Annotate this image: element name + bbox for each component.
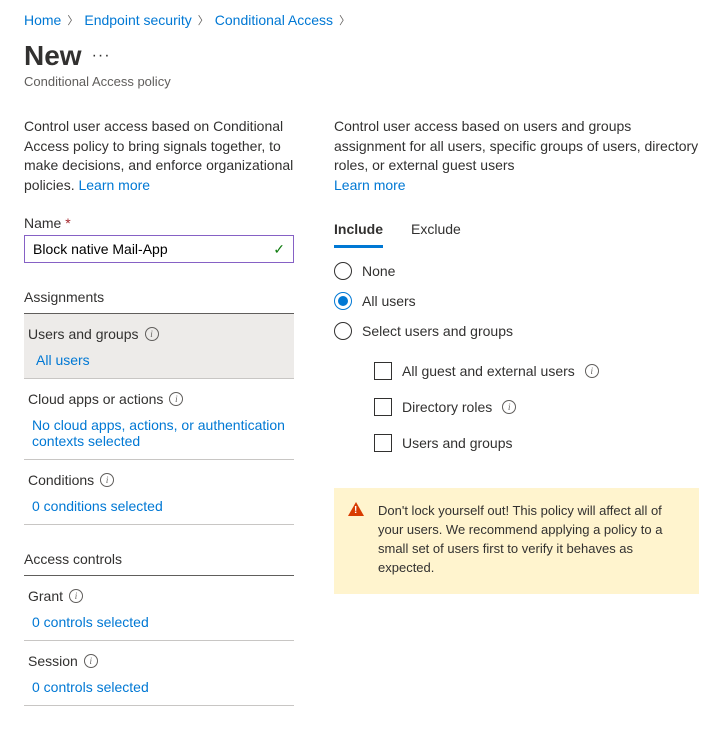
check-directory-roles[interactable]: Directory roles i bbox=[374, 398, 699, 416]
breadcrumb-home[interactable]: Home bbox=[24, 12, 61, 28]
assignment-users-and-groups[interactable]: Users and groups i All users bbox=[24, 314, 294, 379]
name-input-wrapper[interactable]: ✓ bbox=[24, 235, 294, 263]
assignment-conditions[interactable]: Conditions i 0 conditions selected bbox=[24, 460, 294, 525]
assignment-item-title: Conditions bbox=[28, 472, 94, 488]
warning-banner: Don't lock yourself out! This policy wil… bbox=[334, 488, 699, 593]
warning-icon bbox=[348, 502, 364, 516]
radio-icon bbox=[334, 322, 352, 340]
control-session[interactable]: Session i 0 controls selected bbox=[24, 641, 294, 706]
chevron-right-icon: 〉 bbox=[339, 12, 350, 28]
chevron-right-icon: 〉 bbox=[67, 12, 78, 28]
info-icon[interactable]: i bbox=[145, 327, 159, 341]
name-input[interactable] bbox=[33, 241, 265, 257]
more-actions-button[interactable]: ··· bbox=[92, 47, 111, 65]
access-controls-header: Access controls bbox=[24, 551, 294, 576]
control-grant[interactable]: Grant i 0 controls selected bbox=[24, 576, 294, 641]
radio-icon bbox=[334, 262, 352, 280]
include-exclude-tabs: Include Exclude bbox=[334, 215, 699, 248]
assignment-item-value[interactable]: No cloud apps, actions, or authenticatio… bbox=[28, 411, 290, 457]
radio-select-users[interactable]: Select users and groups bbox=[334, 322, 699, 340]
info-icon[interactable]: i bbox=[100, 473, 114, 487]
learn-more-right[interactable]: Learn more bbox=[334, 177, 406, 193]
control-item-title: Grant bbox=[28, 588, 63, 604]
assignment-item-value[interactable]: 0 conditions selected bbox=[28, 492, 290, 522]
warning-text: Don't lock yourself out! This policy wil… bbox=[378, 503, 662, 575]
breadcrumb-conditional-access[interactable]: Conditional Access bbox=[215, 12, 333, 28]
control-item-value[interactable]: 0 controls selected bbox=[28, 608, 290, 638]
info-icon[interactable]: i bbox=[84, 654, 98, 668]
control-item-value[interactable]: 0 controls selected bbox=[28, 673, 290, 703]
assignment-item-title: Cloud apps or actions bbox=[28, 391, 163, 407]
radio-label: All users bbox=[362, 293, 416, 309]
left-description: Control user access based on Conditional… bbox=[24, 117, 294, 195]
checkbox-label: Directory roles bbox=[402, 399, 492, 415]
info-icon[interactable]: i bbox=[502, 400, 516, 414]
checkbox-label: All guest and external users bbox=[402, 363, 575, 379]
checkbox-icon bbox=[374, 434, 392, 452]
check-users-groups[interactable]: Users and groups bbox=[374, 434, 699, 452]
page-title: New bbox=[24, 40, 82, 72]
tab-include[interactable]: Include bbox=[334, 215, 383, 248]
name-label: Name * bbox=[24, 215, 294, 231]
checkmark-icon: ✓ bbox=[273, 241, 285, 258]
tab-exclude[interactable]: Exclude bbox=[411, 215, 461, 248]
info-icon[interactable]: i bbox=[69, 589, 83, 603]
breadcrumb-endpoint-security[interactable]: Endpoint security bbox=[84, 12, 191, 28]
radio-label: None bbox=[362, 263, 395, 279]
breadcrumb: Home 〉 Endpoint security 〉 Conditional A… bbox=[24, 12, 699, 28]
radio-icon bbox=[334, 292, 352, 310]
assignment-cloud-apps[interactable]: Cloud apps or actions i No cloud apps, a… bbox=[24, 379, 294, 460]
learn-more-left[interactable]: Learn more bbox=[78, 177, 150, 193]
checkbox-icon bbox=[374, 398, 392, 416]
assignments-header: Assignments bbox=[24, 289, 294, 314]
checkbox-icon bbox=[374, 362, 392, 380]
page-subtitle: Conditional Access policy bbox=[24, 74, 699, 89]
checkbox-label: Users and groups bbox=[402, 435, 513, 451]
radio-label: Select users and groups bbox=[362, 323, 513, 339]
assignment-item-value[interactable]: All users bbox=[28, 346, 290, 376]
info-icon[interactable]: i bbox=[585, 364, 599, 378]
assignment-item-title: Users and groups bbox=[28, 326, 139, 342]
info-icon[interactable]: i bbox=[169, 392, 183, 406]
select-users-subgroup: All guest and external users i Directory… bbox=[374, 362, 699, 452]
chevron-right-icon: 〉 bbox=[198, 12, 209, 28]
control-item-title: Session bbox=[28, 653, 78, 669]
radio-none[interactable]: None bbox=[334, 262, 699, 280]
right-description: Control user access based on users and g… bbox=[334, 117, 699, 195]
user-scope-radio-group: None All users Select users and groups bbox=[334, 262, 699, 340]
check-guest-users[interactable]: All guest and external users i bbox=[374, 362, 699, 380]
radio-all-users[interactable]: All users bbox=[334, 292, 699, 310]
